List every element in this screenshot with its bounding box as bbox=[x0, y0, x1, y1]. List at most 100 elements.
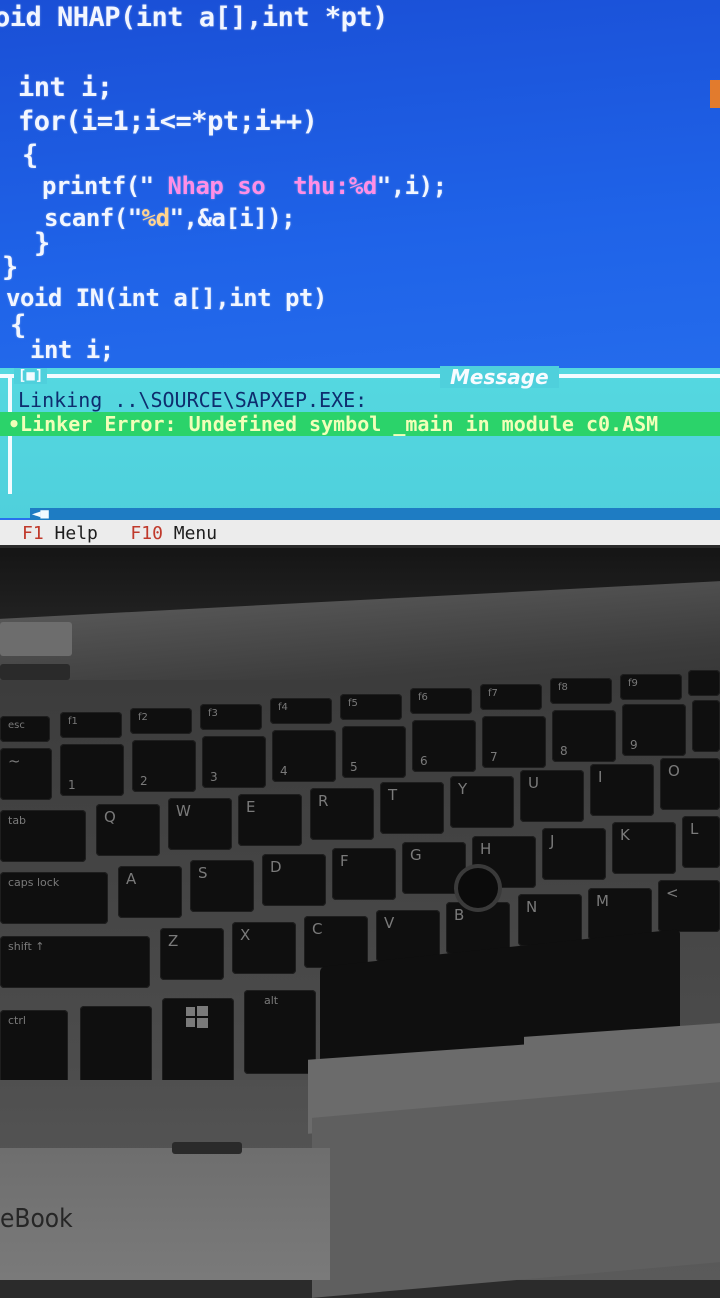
key-q: Q bbox=[96, 804, 160, 856]
key-label: shift ↑ bbox=[8, 940, 45, 953]
close-icon[interactable]: [■] bbox=[14, 368, 48, 384]
message-window[interactable]: [■] Message Linking ..\SOURCE\SAPXEP.EXE… bbox=[0, 366, 720, 522]
key-label: 4 bbox=[280, 764, 288, 778]
key-1: 1 bbox=[60, 744, 124, 796]
key-t: T bbox=[380, 782, 444, 834]
code-string: Nhap so thu:%d bbox=[153, 172, 378, 200]
key-comma: < bbox=[658, 880, 720, 932]
key-2: 2 bbox=[132, 740, 196, 792]
key-label: f2 bbox=[138, 712, 148, 723]
horizontal-scrollbar[interactable] bbox=[30, 508, 720, 520]
key-label: ~ bbox=[8, 752, 21, 770]
key-label: alt bbox=[264, 994, 279, 1007]
key-label: 6 bbox=[420, 754, 428, 768]
key-z: Z bbox=[160, 928, 224, 980]
code-line-close-brace: } bbox=[34, 228, 50, 259]
key-r: R bbox=[310, 788, 374, 840]
key-f: F bbox=[332, 848, 396, 900]
key-label: B bbox=[454, 906, 465, 924]
key-label: 3 bbox=[210, 770, 218, 784]
key-f4: f4 bbox=[270, 698, 332, 724]
code-token: printf(" bbox=[42, 172, 154, 200]
key-label: Z bbox=[168, 932, 179, 950]
f1-key[interactable]: F1 bbox=[22, 523, 44, 544]
key-u: U bbox=[520, 770, 584, 822]
key-shift: shift ↑ bbox=[0, 936, 150, 988]
message-frame bbox=[0, 374, 720, 378]
key-label: I bbox=[598, 768, 603, 786]
key-label: X bbox=[240, 926, 251, 944]
key-7: 7 bbox=[482, 716, 546, 768]
key-d: D bbox=[262, 854, 326, 906]
f10-label[interactable]: Menu bbox=[163, 523, 217, 544]
key-label: f4 bbox=[278, 702, 288, 713]
key-label: U bbox=[528, 774, 539, 792]
key-label: R bbox=[318, 792, 329, 810]
f1-label[interactable]: Help bbox=[44, 523, 98, 544]
key-4: 4 bbox=[272, 730, 336, 782]
key-label: esc bbox=[8, 720, 25, 731]
windows-icon bbox=[186, 1006, 208, 1028]
key-label: J bbox=[550, 832, 555, 850]
key-label: W bbox=[176, 802, 191, 820]
key-f6: f6 bbox=[410, 688, 472, 714]
key-tilde: ~ bbox=[0, 748, 52, 800]
key-label: 5 bbox=[350, 760, 358, 774]
key-6: 6 bbox=[412, 720, 476, 772]
key-alt: alt bbox=[244, 990, 316, 1074]
key-f10 bbox=[688, 670, 720, 696]
key-label: D bbox=[270, 858, 282, 876]
code-line-decl: int i; bbox=[18, 72, 113, 103]
key-w: W bbox=[168, 798, 232, 850]
key-label: caps lock bbox=[8, 876, 60, 889]
key-label: H bbox=[480, 840, 492, 858]
key-label: M bbox=[596, 892, 609, 910]
f10-key[interactable]: F10 bbox=[130, 523, 163, 544]
key-label: F bbox=[340, 852, 349, 870]
code-string: %d bbox=[141, 204, 170, 232]
key-n: N bbox=[518, 894, 582, 946]
key-label: tab bbox=[8, 814, 27, 827]
key-label: f7 bbox=[488, 688, 498, 699]
key-caps-lock: caps lock bbox=[0, 872, 108, 924]
key-label: ctrl bbox=[8, 1014, 26, 1027]
key-a: A bbox=[118, 866, 182, 918]
key-label: K bbox=[620, 826, 630, 844]
status-light bbox=[0, 664, 70, 680]
message-linker-error[interactable]: •Linker Error: Undefined symbol _main in… bbox=[0, 412, 720, 436]
message-title: Message bbox=[440, 366, 559, 388]
key-9: 9 bbox=[622, 704, 686, 756]
key-8: 8 bbox=[552, 710, 616, 762]
code-line-for: for(i=1;i<=*pt;i++) bbox=[18, 106, 318, 137]
brand-logo: eBook bbox=[0, 1204, 73, 1234]
ide-screen: oid NHAP(int a[],int *pt) int i; for(i=1… bbox=[0, 0, 720, 545]
key-label: 2 bbox=[140, 774, 148, 788]
power-button bbox=[0, 622, 72, 656]
key-f7: f7 bbox=[480, 684, 542, 710]
code-token: ",i); bbox=[376, 172, 447, 200]
code-editor[interactable]: oid NHAP(int a[],int *pt) int i; for(i=1… bbox=[0, 0, 720, 368]
key-label: f3 bbox=[208, 708, 218, 719]
key-label: C bbox=[312, 920, 323, 938]
code-line-func-in: void IN(int a[],int pt) bbox=[6, 284, 327, 312]
key-f3: f3 bbox=[200, 704, 262, 730]
trackpoint bbox=[458, 868, 498, 908]
key-f2: f2 bbox=[130, 708, 192, 734]
key-5: 5 bbox=[342, 726, 406, 778]
key-label: 1 bbox=[68, 778, 76, 792]
key-label: T bbox=[388, 786, 398, 804]
key-label: G bbox=[410, 846, 422, 864]
status-bar: F1 Help F10 Menu bbox=[0, 520, 720, 545]
key-label: N bbox=[526, 898, 538, 916]
key-label: < bbox=[666, 884, 679, 902]
code-line-open-brace: { bbox=[22, 140, 38, 171]
key-label: V bbox=[384, 914, 395, 932]
key-j: J bbox=[542, 828, 606, 880]
key-v: V bbox=[376, 910, 440, 962]
key-label: 8 bbox=[560, 744, 568, 758]
scroll-indicator bbox=[710, 80, 720, 108]
message-linking[interactable]: Linking ..\SOURCE\SAPXEP.EXE: bbox=[18, 388, 367, 412]
key-f9: f9 bbox=[620, 674, 682, 700]
key-f5: f5 bbox=[340, 694, 402, 720]
key-label: f9 bbox=[628, 678, 638, 689]
